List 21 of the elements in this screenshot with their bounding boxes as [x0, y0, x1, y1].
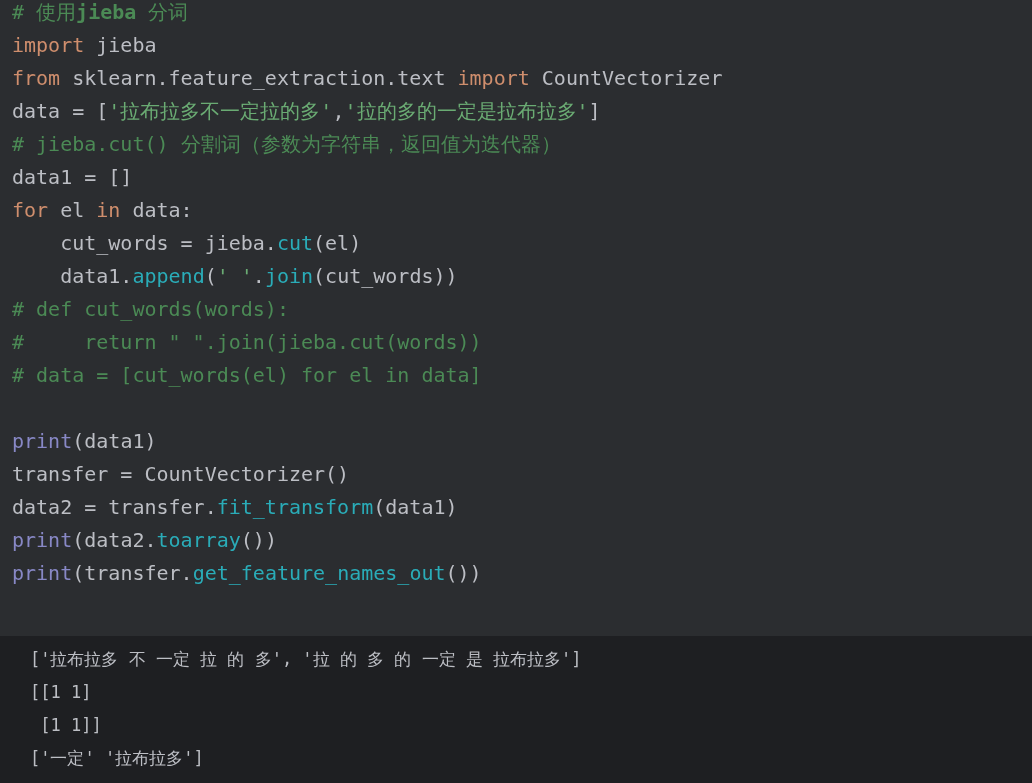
code-line: cut_words = jieba.cut(el) [59, 231, 362, 255]
code-line: data = ['拉布拉多不一定拉的多','拉的多的一定是拉布拉多'] [12, 99, 601, 123]
code-line: data1 = [] [12, 165, 133, 189]
code-line: # return " ".join(jieba.cut(words)) [12, 330, 482, 354]
code-line: print(transfer.get_feature_names_out()) [12, 561, 482, 585]
code-line: data2 = transfer.fit_transform(data1) [12, 495, 458, 519]
output-line: [[1 1] [30, 682, 92, 702]
code-line: from sklearn.feature_extraction.text import CountVectorizer [12, 66, 723, 90]
code-line: transfer = CountVectorizer() [12, 462, 350, 486]
code-line: # jieba.cut() 分割词（参数为字符串，返回值为迭代器） [12, 132, 561, 156]
code-line: # data = [cut_words(el) for el in data] [12, 363, 482, 387]
output-line: ['拉布拉多 不 一定 拉 的 多', '拉 的 多 的 一定 是 拉布拉多'] [30, 649, 582, 669]
code-line: # def cut_words(words): [12, 297, 289, 321]
code-line: import jieba [12, 33, 157, 57]
code-line: print(data2.toarray()) [12, 528, 277, 552]
code-line: # 使用jieba 分词 [12, 0, 189, 24]
output-line: ['一定' '拉布拉多'] [30, 748, 204, 768]
code-line: for el in data: [12, 198, 193, 222]
output-line: [1 1]] [39, 715, 102, 735]
code-line: data1.append(' '.join(cut_words)) [59, 264, 458, 288]
code-line: print(data1) [12, 429, 157, 453]
